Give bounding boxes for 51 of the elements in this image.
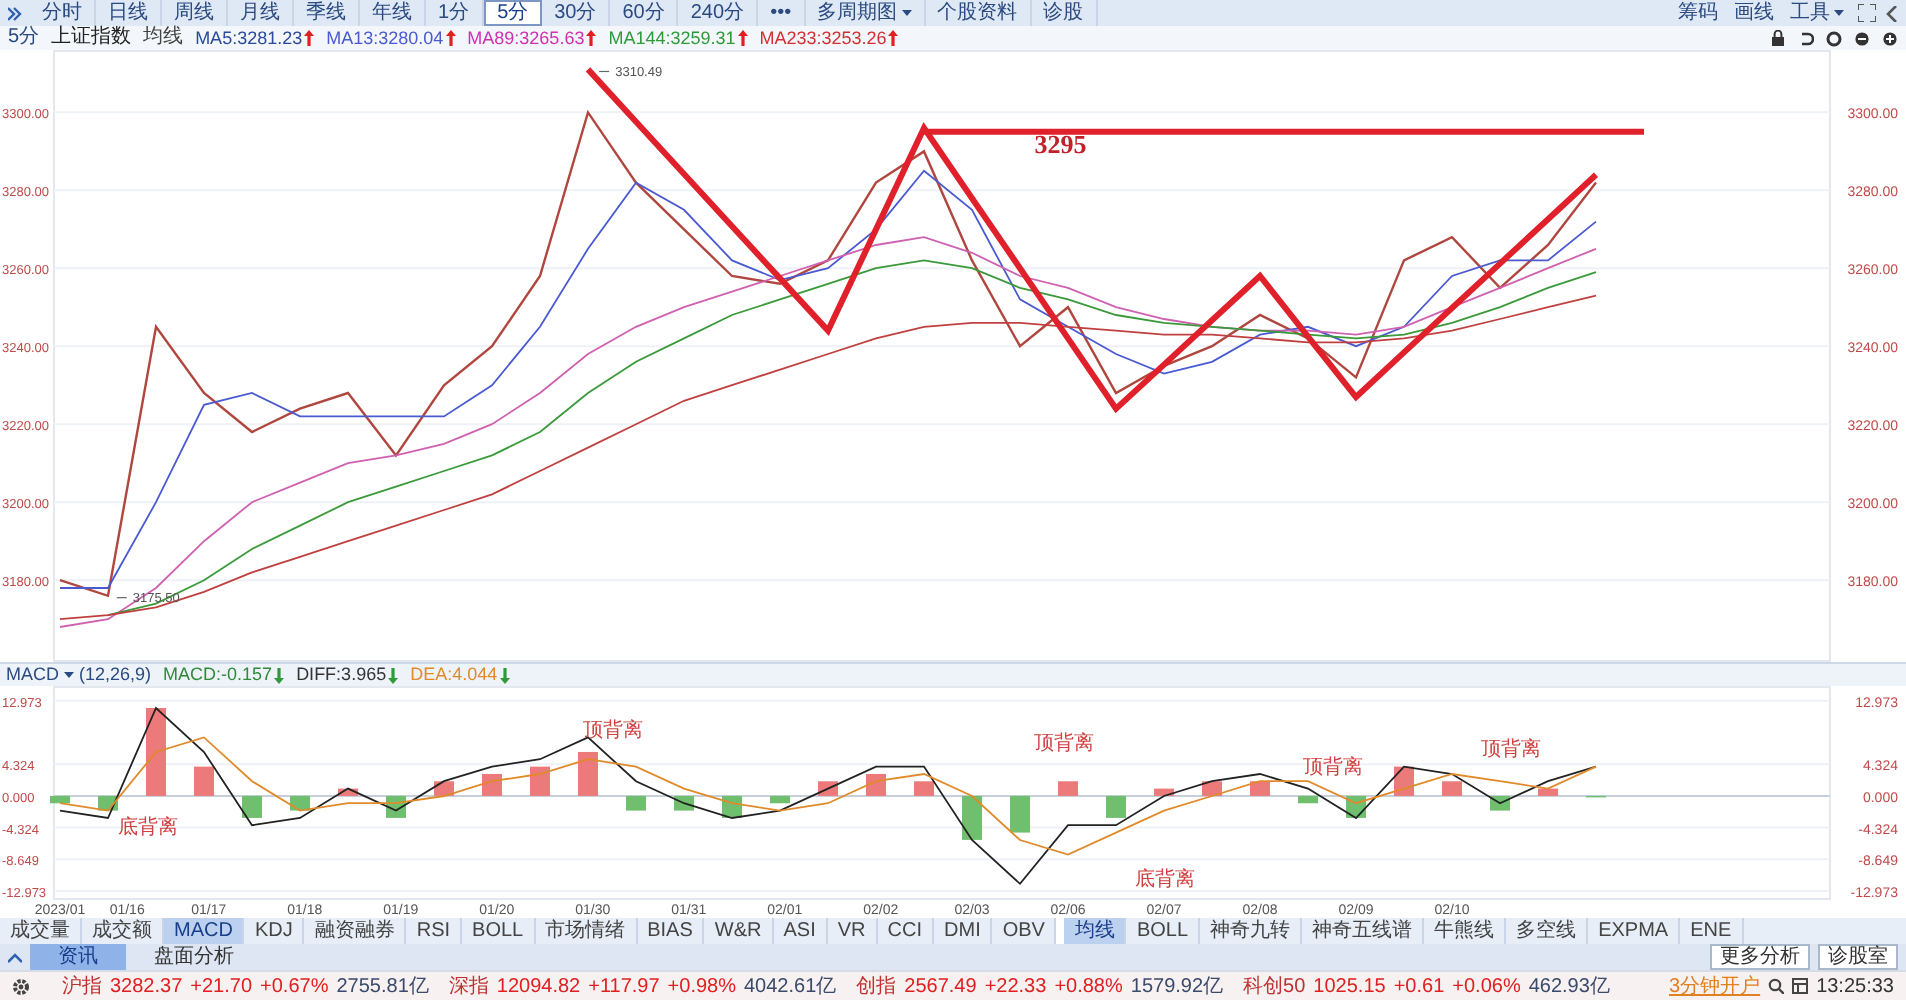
index-volume: 462.93亿 <box>1528 973 1610 999</box>
price-label: 3295 <box>1034 129 1087 160</box>
info-button[interactable]: 诊股室 <box>1818 944 1898 970</box>
toolbar-menu[interactable]: 画线 <box>1726 0 1782 26</box>
index-name: 上证指数 <box>51 26 132 50</box>
index-name: 沪指 <box>62 973 102 999</box>
index-change: +22.33 <box>984 973 1047 999</box>
index-percent: +0.98% <box>667 973 736 999</box>
index-volume: 2755.81亿 <box>336 973 429 999</box>
index-price: 3282.37 <box>110 973 183 999</box>
index-price: 12094.82 <box>496 973 581 999</box>
signal-label: 顶背离 <box>1303 757 1364 780</box>
ma-label: 均线 <box>143 26 184 50</box>
info-tab[interactable]: 盘面分析 <box>126 944 262 970</box>
index-name: 深指 <box>448 973 489 999</box>
index-volume: 4042.61亿 <box>744 973 837 999</box>
index-change: +21.70 <box>190 973 253 999</box>
indicator-menu[interactable]: MACD <box>6 664 73 686</box>
info-button[interactable]: 更多分析 <box>1710 944 1810 970</box>
info-tab[interactable]: 资讯 <box>30 944 126 970</box>
index-percent: +0.88% <box>1054 973 1123 999</box>
index-name: 创指 <box>856 973 897 999</box>
clock-time: 13:25:33 <box>1816 973 1894 999</box>
indicator-value: MACD:-0.157 <box>163 664 273 686</box>
period-label: 5分 <box>8 26 40 50</box>
index-name: 科创50 <box>1243 973 1306 999</box>
toolbar-menu[interactable]: 工具 <box>1782 0 1852 26</box>
ma-value: MA5:3281.23 <box>195 26 303 50</box>
indicator-tab[interactable]: MACD <box>164 918 245 944</box>
signal-label: 底背离 <box>117 816 178 839</box>
indicator-tab[interactable]: 均线 <box>1064 918 1127 944</box>
index-percent: +0.06% <box>1452 973 1521 999</box>
signal-label: 顶背离 <box>1480 739 1541 762</box>
signal-label: 底背离 <box>1135 868 1196 891</box>
signal-label: 顶背离 <box>1034 733 1095 756</box>
index-percent: +0.67% <box>260 973 329 999</box>
indicator-value: DEA:4.044 <box>410 664 498 686</box>
period-tab[interactable]: 5分 <box>483 0 543 26</box>
index-price: 2567.49 <box>904 973 977 999</box>
index-volume: 1579.92亿 <box>1130 973 1224 999</box>
indicator-params: (12,26,9) <box>79 664 152 686</box>
index-change: +117.97 <box>588 973 660 999</box>
index-price: 1025.15 <box>1313 973 1386 999</box>
index-change: +0.61 <box>1393 973 1445 999</box>
ma-value: MA89:3265.63 <box>467 26 585 50</box>
ma-value: MA13:3280.04 <box>326 26 444 50</box>
signal-label: 顶背离 <box>583 719 644 742</box>
indicator-value: DIFF:3.965 <box>296 664 387 686</box>
ma-value: MA144:3259.31 <box>608 26 736 50</box>
toolbar-menu[interactable]: 筹码 <box>1670 0 1726 26</box>
ma-value: MA233:3253.26 <box>759 26 887 50</box>
